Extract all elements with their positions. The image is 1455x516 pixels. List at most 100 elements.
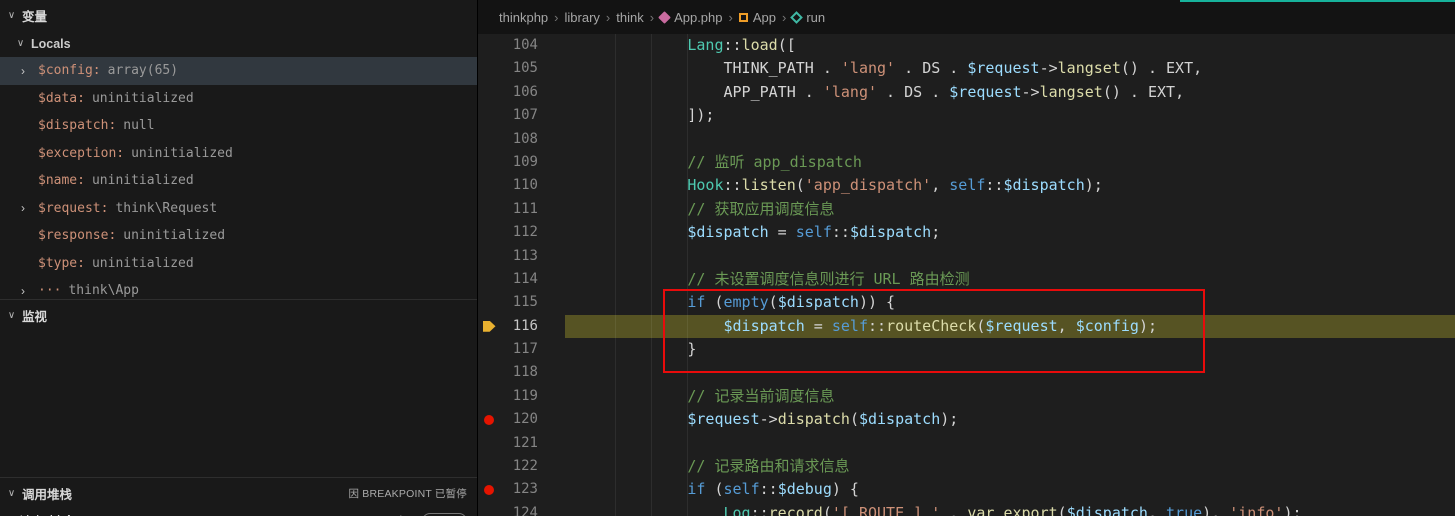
code-token: ,: [1147, 503, 1167, 516]
code-area[interactable]: 104 Lang::load([105 THINK_PATH . 'lang' …: [478, 34, 1455, 516]
code-line-content[interactable]: // 记录路由和请求信息: [565, 455, 1455, 478]
breakpoint-cell[interactable]: [478, 338, 500, 361]
breakpoint-cell[interactable]: [478, 268, 500, 291]
code-line-116[interactable]: 116 $dispatch = self::routeCheck($reques…: [478, 314, 1455, 339]
breakpoint-cell[interactable]: [478, 361, 500, 384]
code-line-content[interactable]: $dispatch = self::$dispatch;: [565, 221, 1455, 244]
breakpoint-cell[interactable]: [478, 502, 500, 516]
variable-row[interactable]: $response: uninitialized: [0, 222, 477, 250]
code-line-content[interactable]: [565, 245, 1455, 268]
line-number: 117: [512, 341, 538, 358]
code-line-120[interactable]: 120 $request->dispatch($dispatch);: [478, 408, 1455, 431]
breadcrumb-item-think[interactable]: think: [615, 10, 644, 25]
code-line-114[interactable]: 114 // 未设置调度信息则进行 URL 路由检测: [478, 268, 1455, 291]
locals-scope-header[interactable]: ∨ Locals: [0, 30, 477, 57]
code-line-content[interactable]: [565, 361, 1455, 384]
breakpoint-cell[interactable]: [478, 478, 500, 501]
code-line-115[interactable]: 115 if (empty($dispatch)) {: [478, 291, 1455, 314]
code-line-content[interactable]: ]);: [565, 104, 1455, 127]
callstack-section-header[interactable]: ∨ 调用堆栈 因 BREAKPOINT 已暂停: [0, 478, 477, 508]
breakpoint-cell[interactable]: [478, 221, 500, 244]
variable-row[interactable]: $name: uninitialized: [0, 167, 477, 195]
variables-section-header[interactable]: ∨ 变量: [0, 0, 477, 30]
code-line-112[interactable]: 112 $dispatch = self::$dispatch;: [478, 221, 1455, 244]
breakpoint-cell[interactable]: [478, 104, 500, 127]
code-line-content[interactable]: Log::record('[ ROUTE ] ' . var_export($d…: [565, 502, 1455, 516]
gutter: 107: [478, 104, 565, 127]
code-token: record: [768, 503, 823, 516]
code-line-123[interactable]: 123 if (self::$debug) {: [478, 478, 1455, 501]
code-token: .: [1138, 59, 1167, 78]
code-line-content[interactable]: // 未设置调度信息则进行 URL 路由检测: [565, 268, 1455, 291]
breakpoint-icon[interactable]: [484, 415, 494, 426]
breakpoint-cell[interactable]: [478, 291, 500, 314]
code-line-content[interactable]: // 监听 app_dispatch: [565, 151, 1455, 174]
variable-row[interactable]: $dispatch: null: [0, 112, 477, 140]
variable-row[interactable]: $data: uninitialized: [0, 85, 477, 113]
code-line-117[interactable]: 117 }: [478, 338, 1455, 361]
breakpoint-cell[interactable]: [478, 57, 500, 80]
breakpoint-cell[interactable]: [478, 34, 500, 57]
breadcrumb-item-run[interactable]: run: [790, 10, 826, 25]
code-line-content[interactable]: APP_PATH . 'lang' . DS . $request->langs…: [565, 81, 1455, 104]
gutter: 118: [478, 361, 565, 384]
code-line-104[interactable]: 104 Lang::load([: [478, 34, 1455, 57]
code-line-content[interactable]: // 获取应用调度信息: [565, 198, 1455, 221]
line-number: 123: [512, 481, 538, 498]
code-line-content[interactable]: // 记录当前调度信息: [565, 385, 1455, 408]
variable-name: $exception:: [38, 145, 125, 161]
code-line-content[interactable]: THINK_PATH . 'lang' . DS . $request->lan…: [565, 57, 1455, 80]
breadcrumb-separator-icon: ›: [605, 9, 611, 25]
variable-row[interactable]: › ··· think\App: [0, 277, 477, 299]
code-line-content[interactable]: [565, 128, 1455, 151]
code-line-107[interactable]: 107 ]);: [478, 104, 1455, 127]
callstack-frame-row[interactable]: think\App::run App.php 116:1: [0, 508, 477, 516]
code-line-content[interactable]: $dispatch = self::routeCheck($request, $…: [565, 314, 1455, 339]
code-line-content[interactable]: Lang::load([: [565, 34, 1455, 57]
code-line-content[interactable]: if (self::$debug) {: [565, 478, 1455, 501]
breakpoint-cell[interactable]: [478, 385, 500, 408]
breadcrumb-item-library[interactable]: library: [564, 10, 601, 25]
variable-row[interactable]: › $request: think\Request: [0, 195, 477, 223]
breakpoint-cell[interactable]: [478, 432, 500, 455]
breakpoint-cell[interactable]: [478, 174, 500, 197]
breadcrumb-item-app-php[interactable]: App.php: [658, 10, 723, 25]
breadcrumb-label: library: [564, 9, 600, 25]
code-line-124[interactable]: 124 Log::record('[ ROUTE ] ' . var_expor…: [478, 502, 1455, 516]
code-line-content[interactable]: }: [565, 338, 1455, 361]
code-line-111[interactable]: 111 // 获取应用调度信息: [478, 198, 1455, 221]
current-frame-cell[interactable]: [478, 315, 500, 338]
code-line-content[interactable]: $request->dispatch($dispatch);: [565, 408, 1455, 431]
breakpoint-cell[interactable]: [478, 408, 500, 431]
code-line-105[interactable]: 105 THINK_PATH . 'lang' . DS . $request-…: [478, 57, 1455, 80]
code-line-content[interactable]: Hook::listen('app_dispatch', self::$disp…: [565, 174, 1455, 197]
breakpoint-cell[interactable]: [478, 128, 500, 151]
code-line-108[interactable]: 108: [478, 128, 1455, 151]
watch-section-header[interactable]: ∨ 监视: [0, 300, 477, 330]
breakpoint-cell[interactable]: [478, 245, 500, 268]
variable-value: think\Request: [115, 200, 218, 216]
code-line-109[interactable]: 109 // 监听 app_dispatch: [478, 151, 1455, 174]
code-line-110[interactable]: 110 Hook::listen('app_dispatch', self::$…: [478, 174, 1455, 197]
code-line-106[interactable]: 106 APP_PATH . 'lang' . DS . $request->l…: [478, 81, 1455, 104]
code-line-118[interactable]: 118: [478, 361, 1455, 384]
code-line-122[interactable]: 122 // 记录路由和请求信息: [478, 455, 1455, 478]
breadcrumb-item-thinkphp[interactable]: thinkphp: [498, 10, 549, 25]
breadcrumb-item-app[interactable]: App: [738, 10, 777, 25]
breakpoint-icon[interactable]: [484, 485, 494, 496]
gutter: 122: [478, 455, 565, 478]
code-line-content[interactable]: if (empty($dispatch)) {: [565, 291, 1455, 314]
breakpoint-cell[interactable]: [478, 151, 500, 174]
breakpoint-cell[interactable]: [478, 455, 500, 478]
breakpoint-cell[interactable]: [478, 198, 500, 221]
variable-row[interactable]: $type: uninitialized: [0, 250, 477, 278]
code-line-121[interactable]: 121: [478, 432, 1455, 455]
code-line-119[interactable]: 119 // 记录当前调度信息: [478, 385, 1455, 408]
code-line-113[interactable]: 113: [478, 245, 1455, 268]
gutter: 117: [478, 338, 565, 361]
breakpoint-cell[interactable]: [478, 81, 500, 104]
variable-row[interactable]: $exception: uninitialized: [0, 140, 477, 168]
code-line-content[interactable]: [565, 432, 1455, 455]
variable-row[interactable]: › $config: array(65): [0, 57, 477, 85]
